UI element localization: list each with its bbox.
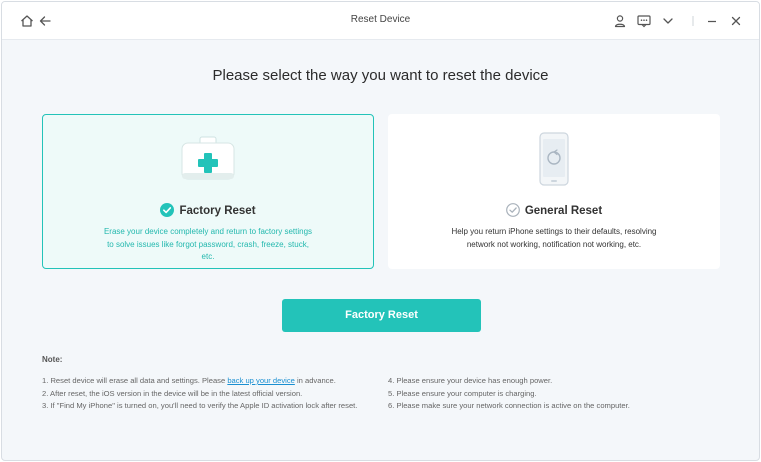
unchecked-circle-icon [505, 203, 520, 217]
phone-reset-icon [534, 131, 574, 187]
chat-icon[interactable] [636, 13, 652, 29]
general-reset-card[interactable]: General Reset Help you return iPhone set… [388, 114, 720, 269]
notes-right-column: 4. Please ensure your device has enough … [388, 375, 718, 413]
toolbox-icon [178, 135, 238, 185]
note-item-1-suffix: in advance. [294, 376, 336, 385]
note-item-6: 6. Please make sure your network connect… [388, 401, 630, 410]
note-item-5: 5. Please ensure your computer is chargi… [388, 388, 537, 398]
app-window: Reset Device Please select the way you w… [1, 1, 760, 461]
note-item-1-prefix: 1. Reset device will erase all data and … [42, 376, 228, 385]
backup-link[interactable]: back up your device [227, 376, 295, 385]
factory-reset-title: Factory Reset [43, 203, 373, 217]
page-heading: Please select the way you want to reset … [212, 67, 549, 84]
general-reset-title: General Reset [389, 203, 719, 217]
factory-reset-card[interactable]: Factory Reset Erase your device complete… [42, 114, 374, 269]
close-icon[interactable] [728, 13, 744, 29]
general-reset-label: General Reset [524, 205, 603, 217]
note-item-3: 3. If "Find My iPhone" is turned on, you… [42, 401, 358, 410]
factory-reset-label: Factory Reset [179, 205, 256, 217]
notes-left-column: 1. Reset device will erase all data and … [42, 375, 372, 413]
minimize-icon[interactable] [704, 13, 720, 29]
chevron-down-icon[interactable] [660, 13, 676, 29]
separator-icon [685, 13, 701, 29]
note-item-2: 2. After reset, the iOS version in the d… [42, 388, 303, 398]
note-item-4: 4. Please ensure your device has enough … [388, 376, 553, 385]
title-bar: Reset Device [2, 2, 759, 40]
user-icon[interactable] [612, 13, 628, 29]
check-circle-icon [160, 203, 175, 217]
general-reset-description: Help you return iPhone settings to their… [451, 227, 657, 249]
factory-reset-button[interactable]: Factory Reset [282, 299, 481, 332]
note-item-1: 1. Reset device will erase all data and … [42, 375, 372, 388]
note-title: Note: [42, 355, 63, 364]
factory-reset-description: Erase your device completely and return … [103, 227, 313, 261]
